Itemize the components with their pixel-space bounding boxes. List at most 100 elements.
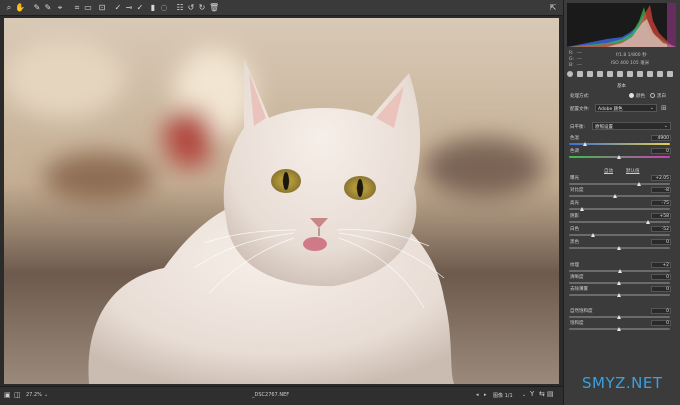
g-value: --- [577, 57, 582, 62]
slider-track[interactable] [569, 208, 670, 210]
straighten-icon[interactable]: ▭ [83, 3, 93, 13]
hand-icon[interactable]: ✋ [15, 3, 25, 13]
white-balance-label: 白平衡: [570, 125, 586, 130]
hsl-tab-icon[interactable] [597, 71, 603, 77]
compare-toggle-icon[interactable]: ◫ [14, 391, 21, 399]
auto-link[interactable]: 自动 [604, 168, 613, 174]
slider-value-field[interactable]: 0 [651, 320, 671, 326]
color-sampler-icon[interactable]: ✎ [43, 3, 53, 13]
zoom-level[interactable]: 27.2% [26, 392, 42, 398]
red-eye-icon[interactable]: ⊸ [124, 3, 134, 13]
chevron-down-icon: ⌄ [649, 105, 654, 111]
slider-thumb[interactable] [617, 293, 621, 297]
default-link[interactable]: 默认值 [626, 168, 640, 174]
slider-value-field[interactable]: 0 [651, 239, 671, 245]
detail-tab-icon[interactable] [587, 71, 593, 77]
effects-tab-icon[interactable] [637, 71, 643, 77]
slider-thumb[interactable] [637, 182, 642, 186]
process-color-label: 颜色 [636, 94, 645, 99]
fullscreen-icon[interactable]: ⇱ [548, 3, 558, 13]
slider-value-field[interactable]: 0 [651, 308, 671, 314]
rotate-right-icon[interactable]: ↻ [197, 3, 207, 13]
before-after-icon[interactable]: Y [530, 390, 534, 398]
slider-value-field[interactable]: -52 [651, 226, 671, 232]
r-value: --- [577, 51, 582, 56]
preferences-icon[interactable]: ☷ [175, 3, 185, 13]
profile-dropdown[interactable]: Adobe 颜色 ⌄ [595, 104, 657, 112]
graduated-filter-icon[interactable]: ▮ [148, 3, 158, 13]
radial-filter-icon[interactable]: ◌ [159, 3, 169, 13]
white-balance-icon[interactable]: ✎ [32, 3, 42, 13]
slider-value-field[interactable]: -8 [651, 187, 671, 193]
histogram [567, 3, 676, 47]
slider-value-field[interactable]: 4900 [651, 135, 671, 141]
presets-tab-icon[interactable] [657, 71, 663, 77]
next-image-icon[interactable]: ▸ [484, 392, 487, 398]
slider-label: 高光 [570, 201, 579, 206]
image-preview[interactable] [4, 18, 559, 384]
copy-settings-icon[interactable]: ▤ [547, 390, 554, 398]
transform-tab-icon[interactable] [627, 71, 633, 77]
slider-value-field[interactable]: +2.05 [651, 175, 671, 181]
targeted-adjust-icon[interactable]: ⌖ [55, 3, 65, 13]
swap-settings-icon[interactable]: ⇆ [539, 390, 545, 398]
slider-thumb[interactable] [612, 194, 617, 198]
white-balance-dropdown[interactable]: 原照设置 ⌄ [592, 122, 671, 130]
slider-value-field[interactable]: 0 [651, 148, 671, 154]
slider-track[interactable] [569, 221, 670, 223]
camera-readout-line2: ISO 400 105 毫米 [611, 61, 650, 66]
slider-value-field[interactable]: 0 [651, 286, 671, 292]
nav-dropdown-icon[interactable]: ⌄ [522, 392, 526, 398]
slider-track[interactable] [569, 234, 670, 236]
basic-tab-icon[interactable] [567, 71, 573, 77]
slider-label: 阴影 [570, 214, 579, 219]
slider-thumb[interactable] [582, 142, 587, 146]
slider-value-field[interactable]: +58 [651, 213, 671, 219]
crop-icon[interactable]: ⌗ [72, 3, 82, 13]
slider-track[interactable] [569, 183, 670, 185]
slider-thumb[interactable] [617, 327, 621, 331]
slider-label: 清晰度 [570, 275, 584, 280]
rotate-left-icon[interactable]: ↺ [186, 3, 196, 13]
g-label: G: [569, 57, 575, 62]
slider-label: 白色 [570, 227, 579, 232]
slider-track[interactable] [569, 195, 670, 197]
spot-removal-icon[interactable]: ✓ [113, 3, 123, 13]
slider-thumb[interactable] [590, 233, 595, 237]
process-bw-radio[interactable] [650, 93, 655, 98]
preview-toggle-icon[interactable]: ▣ [4, 391, 11, 399]
split-toning-tab-icon[interactable] [607, 71, 613, 77]
basic-section-title: 基本 [617, 84, 626, 89]
watermark-text: SMYZ.NET [582, 374, 663, 392]
filename: _DSC2767.NEF [252, 392, 290, 398]
lens-tab-icon[interactable] [617, 71, 623, 77]
trash-icon[interactable]: 🗑 [209, 3, 219, 13]
slider-label: 饱和度 [570, 321, 584, 326]
adjustment-brush-icon[interactable]: ✓ [135, 3, 145, 13]
calibration-tab-icon[interactable] [647, 71, 653, 77]
slider-thumb[interactable] [617, 246, 621, 250]
slider-thumb[interactable] [579, 207, 584, 211]
transform-icon[interactable]: ⊡ [97, 3, 107, 13]
slider-thumb[interactable] [617, 155, 621, 159]
slider-thumb[interactable] [617, 281, 621, 285]
slider-value-field[interactable]: 0 [651, 274, 671, 280]
profile-browser-icon[interactable]: ⊞ [661, 104, 667, 112]
process-color-radio[interactable] [629, 93, 634, 98]
process-bw-label: 黑白 [657, 94, 666, 99]
image-nav: 图像 1/1 [493, 393, 513, 399]
slider-label: 色温 [570, 136, 579, 141]
prev-image-icon[interactable]: ◂ [476, 392, 479, 398]
zoom-dropdown-icon[interactable]: ⌄ [44, 392, 48, 398]
slider-value-field[interactable]: +2 [651, 262, 671, 268]
panel-tabs [567, 71, 676, 79]
slider-thumb[interactable] [618, 269, 622, 273]
slider-thumb[interactable] [646, 220, 651, 224]
slider-thumb[interactable] [617, 315, 621, 319]
b-value: --- [577, 63, 582, 68]
zoom-icon[interactable]: ⌕ [4, 3, 14, 13]
tone-curve-tab-icon[interactable] [577, 71, 583, 77]
snapshots-tab-icon[interactable] [667, 71, 673, 77]
slider-label: 去除薄雾 [570, 287, 588, 292]
slider-value-field[interactable]: -75 [651, 200, 671, 206]
